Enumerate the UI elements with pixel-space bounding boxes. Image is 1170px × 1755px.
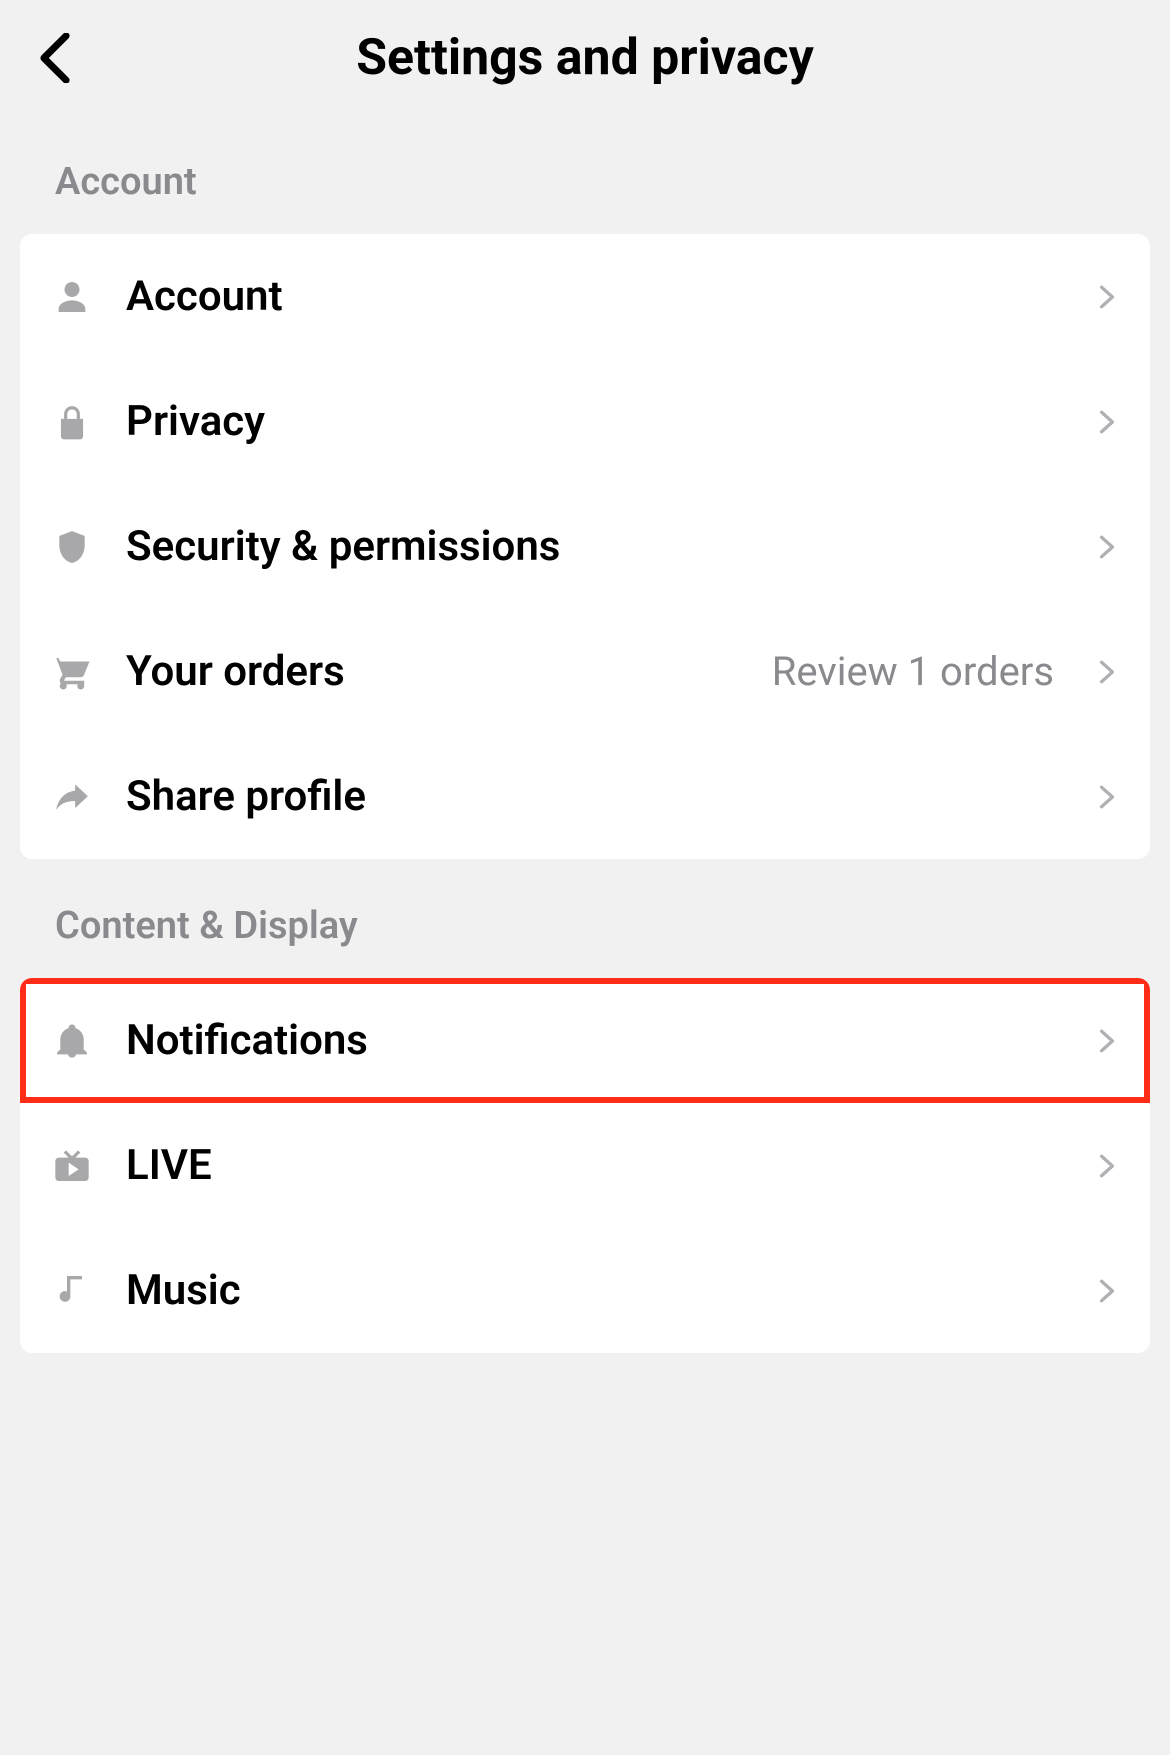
chevron-right-icon [1094, 534, 1120, 560]
section-heading-account: Account [0, 115, 1170, 234]
item-label: Security & permissions [126, 522, 1062, 571]
back-button[interactable] [30, 33, 80, 83]
cart-icon [50, 650, 94, 694]
account-card: Account Privacy Security & permissions Y… [20, 234, 1150, 859]
list-item-privacy[interactable]: Privacy [20, 359, 1150, 484]
item-label: Your orders [126, 647, 740, 696]
header: Settings and privacy [0, 0, 1170, 115]
chevron-left-icon [38, 33, 72, 83]
tv-icon [50, 1144, 94, 1188]
list-item-notifications[interactable]: Notifications [20, 978, 1150, 1103]
section-heading-content: Content & Display [0, 859, 1170, 978]
item-label: Music [126, 1266, 1062, 1315]
list-item-account[interactable]: Account [20, 234, 1150, 359]
chevron-right-icon [1094, 284, 1120, 310]
person-icon [50, 275, 94, 319]
list-item-music[interactable]: Music [20, 1228, 1150, 1353]
shield-icon [50, 525, 94, 569]
chevron-right-icon [1094, 784, 1120, 810]
chevron-right-icon [1094, 1028, 1120, 1054]
chevron-right-icon [1094, 659, 1120, 685]
item-detail: Review 1 orders [772, 648, 1054, 695]
list-item-live[interactable]: LIVE [20, 1103, 1150, 1228]
item-label: Account [126, 272, 1062, 321]
lock-icon [50, 400, 94, 444]
list-item-orders[interactable]: Your orders Review 1 orders [20, 609, 1150, 734]
content-card: Notifications LIVE Music [20, 978, 1150, 1353]
item-label: Notifications [126, 1016, 1062, 1065]
list-item-share[interactable]: Share profile [20, 734, 1150, 859]
bell-icon [50, 1019, 94, 1063]
item-label: LIVE [126, 1141, 1062, 1190]
chevron-right-icon [1094, 1153, 1120, 1179]
music-icon [50, 1269, 94, 1313]
share-icon [50, 775, 94, 819]
chevron-right-icon [1094, 1278, 1120, 1304]
page-title: Settings and privacy [356, 29, 814, 87]
item-label: Privacy [126, 397, 1062, 446]
item-label: Share profile [126, 772, 1062, 821]
chevron-right-icon [1094, 409, 1120, 435]
list-item-security[interactable]: Security & permissions [20, 484, 1150, 609]
